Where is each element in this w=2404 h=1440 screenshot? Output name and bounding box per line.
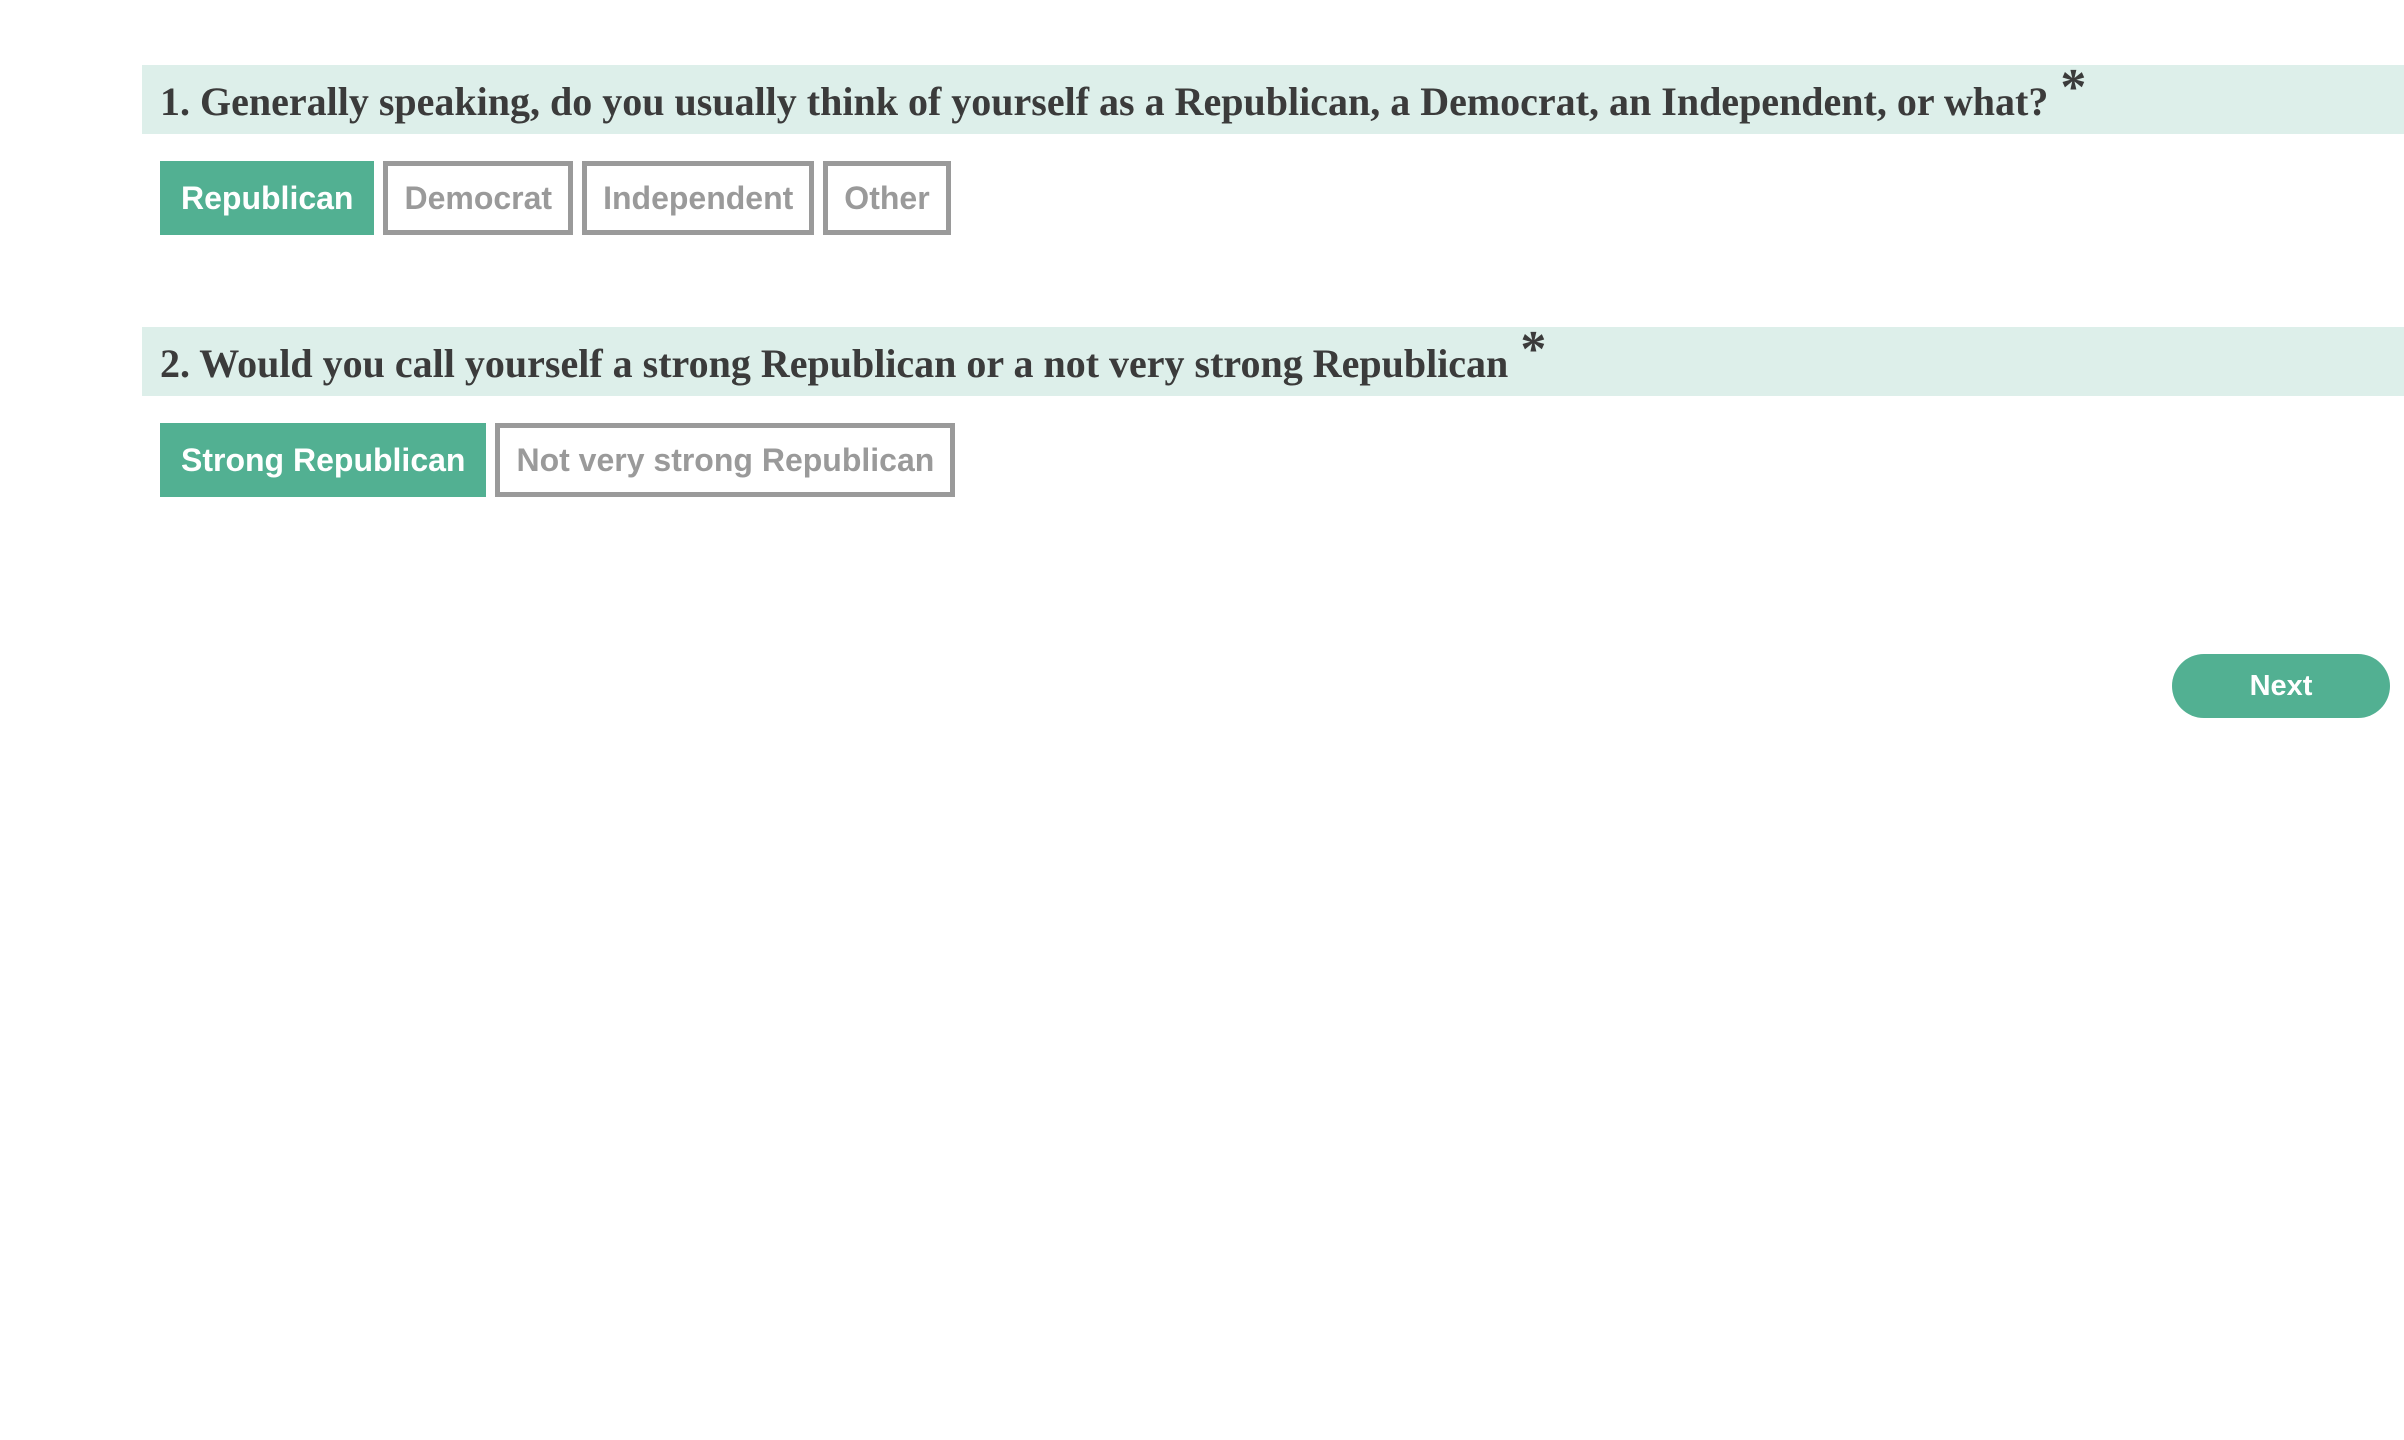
- question-header: 2. Would you call yourself a strong Repu…: [142, 321, 2404, 396]
- question-1: 1. Generally speaking, do you usually th…: [142, 59, 2404, 235]
- next-button[interactable]: Next: [2172, 654, 2390, 718]
- option-republican[interactable]: Republican: [160, 161, 375, 235]
- required-marker: *: [1520, 321, 1547, 378]
- question-2: 2. Would you call yourself a strong Repu…: [142, 321, 2404, 497]
- option-not-very-strong-republican[interactable]: Not very strong Republican: [495, 423, 956, 497]
- option-democrat[interactable]: Democrat: [383, 161, 574, 235]
- answer-options: Strong Republican Not very strong Republ…: [160, 423, 2404, 497]
- answer-options: Republican Democrat Independent Other: [160, 161, 2404, 235]
- question-text: 2. Would you call yourself a strong Repu…: [160, 341, 1509, 386]
- option-strong-republican[interactable]: Strong Republican: [160, 423, 487, 497]
- question-header: 1. Generally speaking, do you usually th…: [142, 59, 2404, 134]
- question-text: 1. Generally speaking, do you usually th…: [160, 79, 2049, 124]
- required-marker: *: [2060, 59, 2087, 116]
- option-independent[interactable]: Independent: [582, 161, 815, 235]
- option-other[interactable]: Other: [823, 161, 951, 235]
